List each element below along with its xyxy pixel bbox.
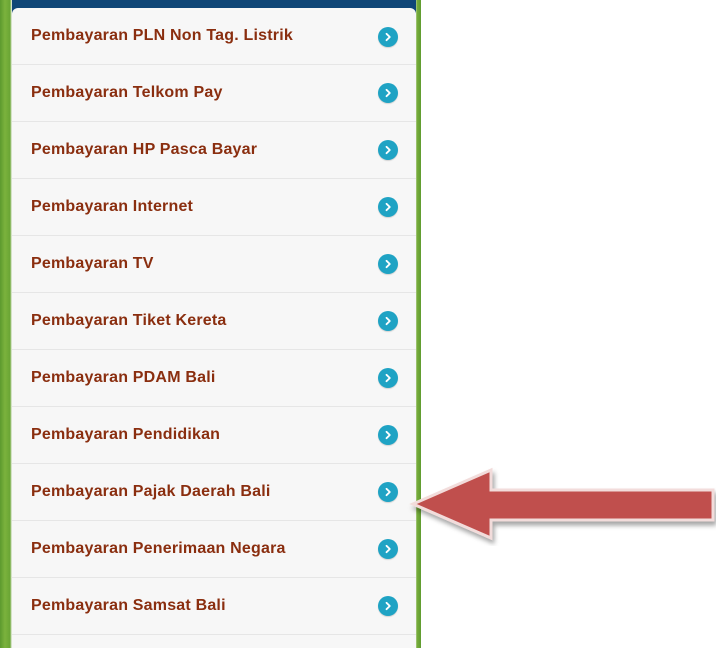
- menu-item-label: Pembayaran PLN Non Tag. Listrik: [31, 27, 293, 44]
- menu-item-pajak-daerah-bali[interactable]: Pembayaran Pajak Daerah Bali: [12, 464, 416, 521]
- menu-item-label: Pembayaran Pajak Daerah Bali: [31, 483, 271, 500]
- menu-item-hp-pasca-bayar[interactable]: Pembayaran HP Pasca Bayar: [12, 122, 416, 179]
- menu-item-samsat-bali[interactable]: Pembayaran Samsat Bali: [12, 578, 416, 635]
- menu-item-internet[interactable]: Pembayaran Internet: [12, 179, 416, 236]
- menu-item-label: Pembayaran Penerimaan Negara: [31, 540, 286, 557]
- chevron-right-circle-icon[interactable]: [378, 140, 398, 160]
- menu-item-pdam-bali[interactable]: Pembayaran PDAM Bali: [12, 350, 416, 407]
- payment-menu-list: Pembayaran PLN Non Tag. Listrik Pembayar…: [12, 8, 416, 648]
- menu-item-tiket-kereta[interactable]: Pembayaran Tiket Kereta: [12, 293, 416, 350]
- chevron-right-circle-icon[interactable]: [378, 254, 398, 274]
- menu-item-telkom-pay[interactable]: Pembayaran Telkom Pay: [12, 65, 416, 122]
- phone-screen: Pembayaran PLN Non Tag. Listrik Pembayar…: [0, 0, 421, 648]
- menu-item-pln-non-tag-listrik[interactable]: Pembayaran PLN Non Tag. Listrik: [12, 8, 416, 65]
- chevron-right-circle-icon[interactable]: [378, 311, 398, 331]
- chevron-right-circle-icon[interactable]: [378, 539, 398, 559]
- screenshot-stage: Pembayaran PLN Non Tag. Listrik Pembayar…: [0, 0, 716, 648]
- chevron-right-circle-icon[interactable]: [378, 27, 398, 47]
- chevron-right-circle-icon[interactable]: [378, 83, 398, 103]
- menu-item-label: Pembayaran Pendidikan: [31, 426, 221, 443]
- menu-item-label: Pembayaran Tiket Kereta: [31, 312, 227, 329]
- menu-item-label: Pembayaran TV: [31, 255, 154, 272]
- arrow-shape: [409, 467, 715, 541]
- menu-item-label: Pembayaran HP Pasca Bayar: [31, 141, 258, 158]
- menu-item-label: Pembayaran Samsat Bali: [31, 597, 226, 614]
- left-arrow-pointer-icon: [405, 466, 716, 546]
- menu-item-pendidikan[interactable]: Pembayaran Pendidikan: [12, 407, 416, 464]
- chevron-right-circle-icon[interactable]: [378, 482, 398, 502]
- menu-item-label: Pembayaran Internet: [31, 198, 194, 215]
- menu-item-penerimaan-negara[interactable]: Pembayaran Penerimaan Negara: [12, 521, 416, 578]
- chevron-right-circle-icon[interactable]: [378, 368, 398, 388]
- chevron-right-circle-icon[interactable]: [378, 425, 398, 445]
- menu-item-tv[interactable]: Pembayaran TV: [12, 236, 416, 293]
- chevron-right-circle-icon[interactable]: [378, 197, 398, 217]
- chevron-right-circle-icon[interactable]: [378, 596, 398, 616]
- menu-item-label: Pembayaran Telkom Pay: [31, 84, 223, 101]
- menu-item-label: Pembayaran PDAM Bali: [31, 369, 216, 386]
